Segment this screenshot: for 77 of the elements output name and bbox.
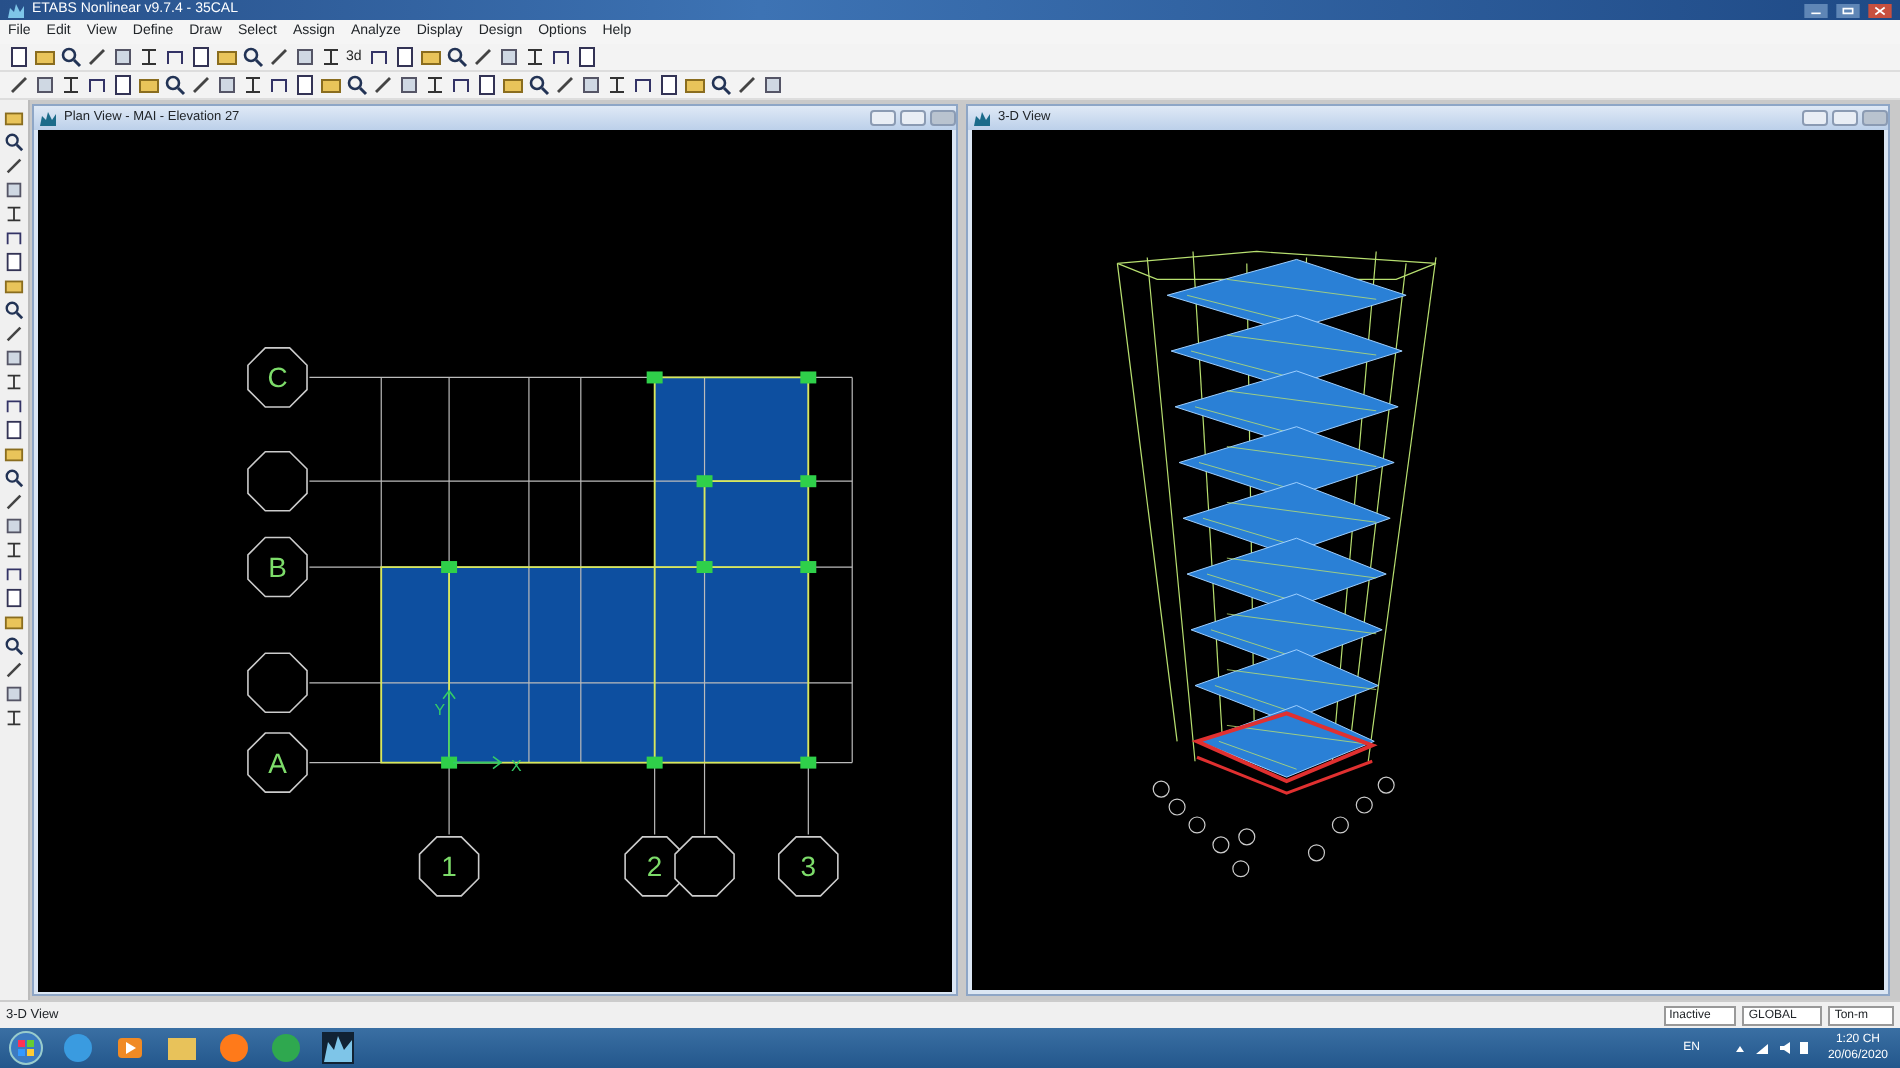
- tool-icon[interactable]: [372, 74, 394, 96]
- app-logo-icon[interactable]: [320, 1030, 356, 1066]
- grid-label: B: [268, 551, 287, 583]
- tool-icon[interactable]: [762, 74, 784, 96]
- tool-icon[interactable]: [580, 74, 602, 96]
- grid-bubble: [247, 732, 308, 793]
- grid-label: 1: [441, 850, 457, 883]
- minimize-button[interactable]: [1804, 3, 1828, 17]
- tool-icon[interactable]: [86, 74, 108, 96]
- tool-icon[interactable]: [164, 74, 186, 96]
- tool-icon[interactable]: [710, 74, 732, 96]
- tool-icon[interactable]: [138, 46, 160, 68]
- tool-icon[interactable]: [575, 46, 598, 68]
- grid-bubble: [247, 450, 308, 512]
- tool-icon[interactable]: [450, 74, 472, 96]
- tool-icon[interactable]: [294, 74, 316, 96]
- tool-icon[interactable]: [4, 372, 24, 392]
- grid-bubble: [247, 652, 308, 714]
- tool-icon[interactable]: [320, 46, 342, 68]
- tool-icon[interactable]: [190, 74, 212, 96]
- tool-icon[interactable]: [60, 74, 82, 96]
- tool-icon[interactable]: [528, 74, 550, 96]
- tool-icon[interactable]: [112, 46, 134, 68]
- tool-icon[interactable]: [268, 46, 290, 68]
- grid-bubble: [247, 536, 308, 598]
- app-logo-icon: [8, 2, 24, 18]
- tool-icon[interactable]: [34, 74, 56, 96]
- maximize-button[interactable]: [1836, 3, 1860, 17]
- tool-icon[interactable]: [216, 74, 238, 96]
- tool-icon[interactable]: [476, 74, 498, 96]
- tool-icon[interactable]: [445, 46, 468, 68]
- tool-icon[interactable]: [8, 74, 30, 96]
- tool-icon[interactable]: [549, 46, 572, 68]
- tool-icon[interactable]: [471, 46, 494, 68]
- grid-bubble: [778, 836, 839, 897]
- tool-icon[interactable]: [398, 74, 420, 96]
- tool-icon[interactable]: [523, 46, 546, 68]
- tool-icon[interactable]: [4, 636, 24, 656]
- tool-icon[interactable]: [4, 132, 24, 152]
- axis-label: Y: [434, 700, 446, 719]
- tool-icon[interactable]: [606, 74, 628, 96]
- tray-icons[interactable]: [1731, 1040, 1812, 1056]
- tool-icon[interactable]: [242, 46, 264, 68]
- tool-icon[interactable]: [4, 300, 24, 320]
- tool-icon[interactable]: [60, 46, 82, 68]
- grid-label: A: [268, 746, 287, 779]
- tool-icon[interactable]: [4, 540, 24, 560]
- tool-icon[interactable]: [190, 46, 212, 68]
- grid-bubble: [418, 836, 480, 897]
- tool-icon[interactable]: [164, 46, 186, 68]
- tool-icon[interactable]: [632, 74, 654, 96]
- tool-icon[interactable]: [346, 74, 368, 96]
- tool-icon[interactable]: [112, 74, 134, 96]
- grid-bubble: [674, 836, 735, 897]
- tool-icon[interactable]: [367, 46, 390, 68]
- tool-icon[interactable]: [4, 468, 24, 488]
- start-button[interactable]: [8, 1030, 44, 1066]
- grid-label: C: [267, 361, 288, 394]
- tool-icon[interactable]: [8, 46, 30, 68]
- tool-icon[interactable]: [424, 74, 446, 96]
- app-logo-icon: [40, 110, 56, 126]
- grid-bubble: [247, 347, 308, 408]
- tool-icon[interactable]: [4, 708, 24, 728]
- tool-icon[interactable]: [736, 74, 758, 96]
- tool-icon[interactable]: [554, 74, 576, 96]
- grid-label: 2: [646, 850, 663, 883]
- tool-icon[interactable]: [658, 74, 680, 96]
- tool-icon[interactable]: [497, 46, 520, 68]
- tool-icon[interactable]: [4, 204, 24, 224]
- tool-icon[interactable]: [294, 46, 316, 68]
- tool-icon[interactable]: [268, 74, 290, 96]
- tool-icon[interactable]: [86, 46, 108, 68]
- app-logo-icon: [974, 110, 990, 126]
- grid-label: 3: [800, 850, 817, 883]
- close-button[interactable]: [1868, 3, 1892, 17]
- tool-icon[interactable]: [242, 74, 264, 96]
- tool-icon[interactable]: [393, 46, 416, 68]
